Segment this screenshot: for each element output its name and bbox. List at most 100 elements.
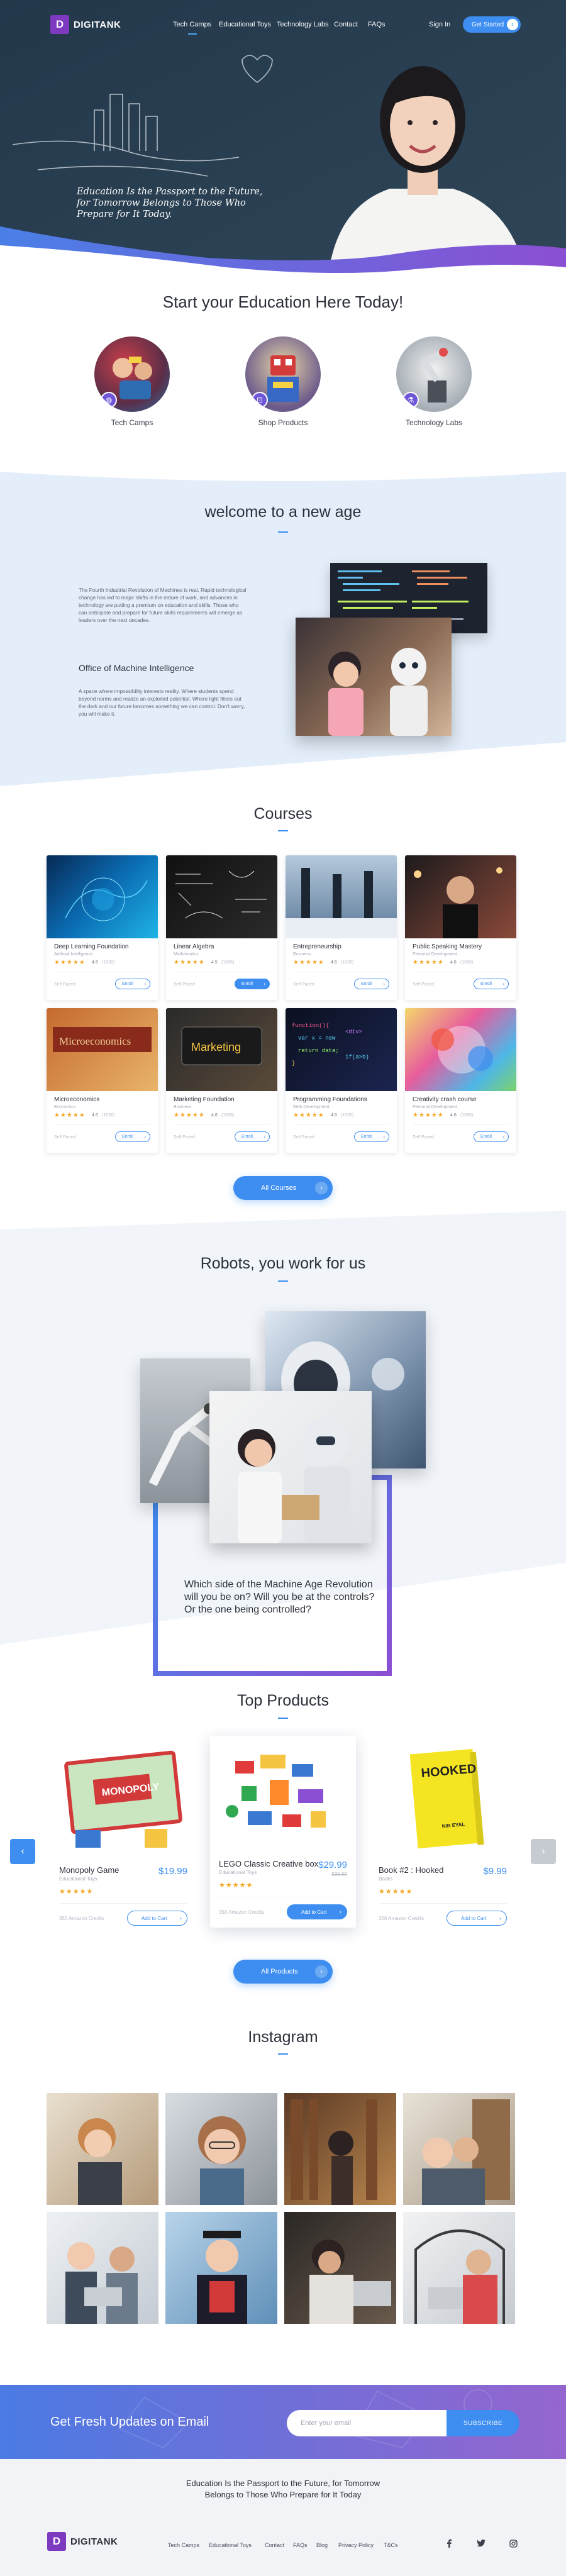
enroll-button[interactable]: Enroll › <box>474 979 509 989</box>
email-input[interactable] <box>287 2410 447 2436</box>
course-category: Business <box>293 952 311 957</box>
add-to-cart-button[interactable]: Add to Cart › <box>127 1911 187 1926</box>
course-card[interactable]: Creativity crash course Personal Developm… <box>405 1008 516 1153</box>
title-underline <box>278 1718 288 1719</box>
enroll-button[interactable]: Enroll › <box>354 979 389 989</box>
footer-link-contact[interactable]: Contact <box>265 2542 284 2548</box>
course-card[interactable]: Microeconomics Microeconomics Economics ★★★… <box>47 1008 158 1153</box>
course-rating: 4.6 <box>450 960 457 965</box>
arrow-right-icon: › <box>315 1965 328 1978</box>
course-card[interactable]: Entrepreneurship Business ★★★★★ 4.6 (1036) Se… <box>286 855 397 1000</box>
category-shop-products[interactable]: ⊡ Shop Products <box>242 336 324 427</box>
footer-link-tech-camps[interactable]: Tech Camps <box>168 2542 199 2548</box>
nav-faqs[interactable]: FAQs <box>368 21 386 28</box>
hero-section: D DIGITANK Tech Camps Educational Toys T… <box>0 0 566 286</box>
course-card[interactable]: Deep Learning Foundation Artificial Intel… <box>47 855 158 1000</box>
all-products-button[interactable]: All Products › <box>233 1960 333 1984</box>
product-title: LEGO Classic Creative box <box>219 1859 319 1868</box>
product-category: Books <box>379 1876 393 1882</box>
add-to-cart-label: Add to Cart <box>142 1915 167 1921</box>
footer: Education Is the Passport to the Future,… <box>0 2459 566 2576</box>
sign-in-link[interactable]: Sign In <box>429 21 450 28</box>
enroll-button[interactable]: Enroll › <box>235 1131 270 1142</box>
course-card[interactable]: Public Speaking Mastery Personal Developm… <box>405 855 516 1000</box>
course-image <box>166 855 277 938</box>
enroll-button[interactable]: Enroll › <box>115 979 150 989</box>
carousel-next-button[interactable]: › <box>531 1839 556 1864</box>
course-category: Artificial Intelligence <box>54 952 93 957</box>
all-products-label: All Products <box>261 1968 298 1975</box>
course-title: Programming Foundations <box>293 1096 367 1103</box>
card-divider <box>413 1124 509 1125</box>
product-card[interactable]: MONOPOLY Monopoly Game Educational Toys $19… <box>50 1742 196 1934</box>
enroll-button[interactable]: Enroll › <box>354 1131 389 1142</box>
nav-technology-labs[interactable]: Technology Labs <box>277 21 329 28</box>
self-paced-label: Self Paced <box>54 1135 75 1140</box>
course-image <box>405 1008 516 1091</box>
add-to-cart-button[interactable]: Add to Cart › <box>287 1904 347 1919</box>
category-tech-camps[interactable]: ◍ Tech Camps <box>91 336 173 427</box>
category-technology-labs[interactable]: ⚗ Technology Labs <box>393 336 475 427</box>
arrow-right-icon: › <box>502 981 504 987</box>
card-divider <box>59 1903 187 1904</box>
start-title: Start your Education Here Today! <box>162 292 404 311</box>
footer-link-blog[interactable]: Blog <box>316 2542 328 2548</box>
add-to-cart-label: Add to Cart <box>301 1909 327 1915</box>
all-courses-button[interactable]: All Courses › <box>233 1176 333 1200</box>
brand-logo[interactable]: D DIGITANK <box>50 15 121 34</box>
instagram-photo[interactable] <box>165 2212 277 2324</box>
title-underline <box>278 2053 288 2055</box>
footer-link-educational-toys[interactable]: Educational Toys <box>209 2542 252 2548</box>
nav-educational-toys[interactable]: Educational Toys <box>219 21 271 28</box>
course-title: Deep Learning Foundation <box>54 943 129 950</box>
course-image: function(){var x = new return data;} <div>… <box>286 1008 397 1091</box>
add-to-cart-button[interactable]: Add to Cart › <box>447 1911 507 1926</box>
course-title: Public Speaking Mastery <box>413 943 482 950</box>
instagram-photo[interactable] <box>403 2212 515 2324</box>
instagram-photo[interactable] <box>47 2212 158 2324</box>
course-category: Economics <box>54 1105 76 1109</box>
carousel-prev-button[interactable]: ‹ <box>10 1839 35 1864</box>
woman-with-robot-image <box>209 1391 372 1543</box>
enroll-button[interactable]: Enroll › <box>235 979 270 989</box>
svg-text:return data;: return data; <box>298 1048 339 1054</box>
instagram-icon[interactable] <box>508 2538 518 2548</box>
category-label: Technology Labs <box>405 418 463 427</box>
footer-logo[interactable]: D DIGITANK <box>47 2532 118 2551</box>
course-review-count: (1036) <box>460 1113 474 1118</box>
footer-link-terms[interactable]: T&Cs <box>384 2542 398 2548</box>
footer-link-faqs[interactable]: FAQs <box>293 2542 308 2548</box>
enroll-button[interactable]: Enroll › <box>474 1131 509 1142</box>
child-with-robot-image <box>296 618 452 736</box>
get-started-button[interactable]: Get Started › <box>463 16 521 33</box>
svg-text:function(){: function(){ <box>292 1023 329 1029</box>
logo-mark: D <box>50 15 69 34</box>
instagram-photo[interactable] <box>403 2093 515 2205</box>
course-card[interactable]: Marketing Marketing Foundation Business ★★★… <box>166 1008 277 1153</box>
nav-tech-camps[interactable]: Tech Camps <box>173 21 211 35</box>
welcome-paragraph-1: The Fourth Industrial Revolution of Mach… <box>79 587 247 623</box>
instagram-photo[interactable] <box>165 2093 277 2205</box>
enroll-button[interactable]: Enroll › <box>115 1131 150 1142</box>
star-rating-icons: ★★★★★ <box>54 1112 86 1119</box>
footer-link-privacy-policy[interactable]: Privacy Policy <box>338 2542 374 2548</box>
product-card[interactable]: HOOKED NIR EYAL Book #2 : Hooked Books $9.99… <box>370 1742 516 1934</box>
instagram-photo[interactable] <box>284 2093 396 2205</box>
nav-contact[interactable]: Contact <box>334 21 358 28</box>
twitter-icon[interactable] <box>476 2538 486 2548</box>
arrow-right-icon: › <box>383 981 385 987</box>
facebook-icon[interactable] <box>444 2538 454 2548</box>
course-card[interactable]: Linear Algebra Mathematics ★★★★★ 4.5 (1036) S… <box>166 855 277 1000</box>
instagram-photo[interactable] <box>47 2093 158 2205</box>
course-card[interactable]: function(){var x = new return data;} <div>… <box>286 1008 397 1153</box>
arrow-right-icon: › <box>502 1134 504 1140</box>
products-title: Top Products <box>237 1692 329 1709</box>
course-title: Linear Algebra <box>174 943 214 950</box>
category-label: Shop Products <box>258 418 308 427</box>
subscribe-button[interactable]: SUBSCRIBE <box>447 2410 519 2436</box>
product-card[interactable]: LEGO Classic Creative box Educational Toy… <box>210 1736 356 1928</box>
product-title: Monopoly Game <box>59 1865 119 1875</box>
product-image <box>210 1736 356 1852</box>
instagram-photo[interactable] <box>284 2212 396 2324</box>
card-divider <box>174 1124 270 1125</box>
